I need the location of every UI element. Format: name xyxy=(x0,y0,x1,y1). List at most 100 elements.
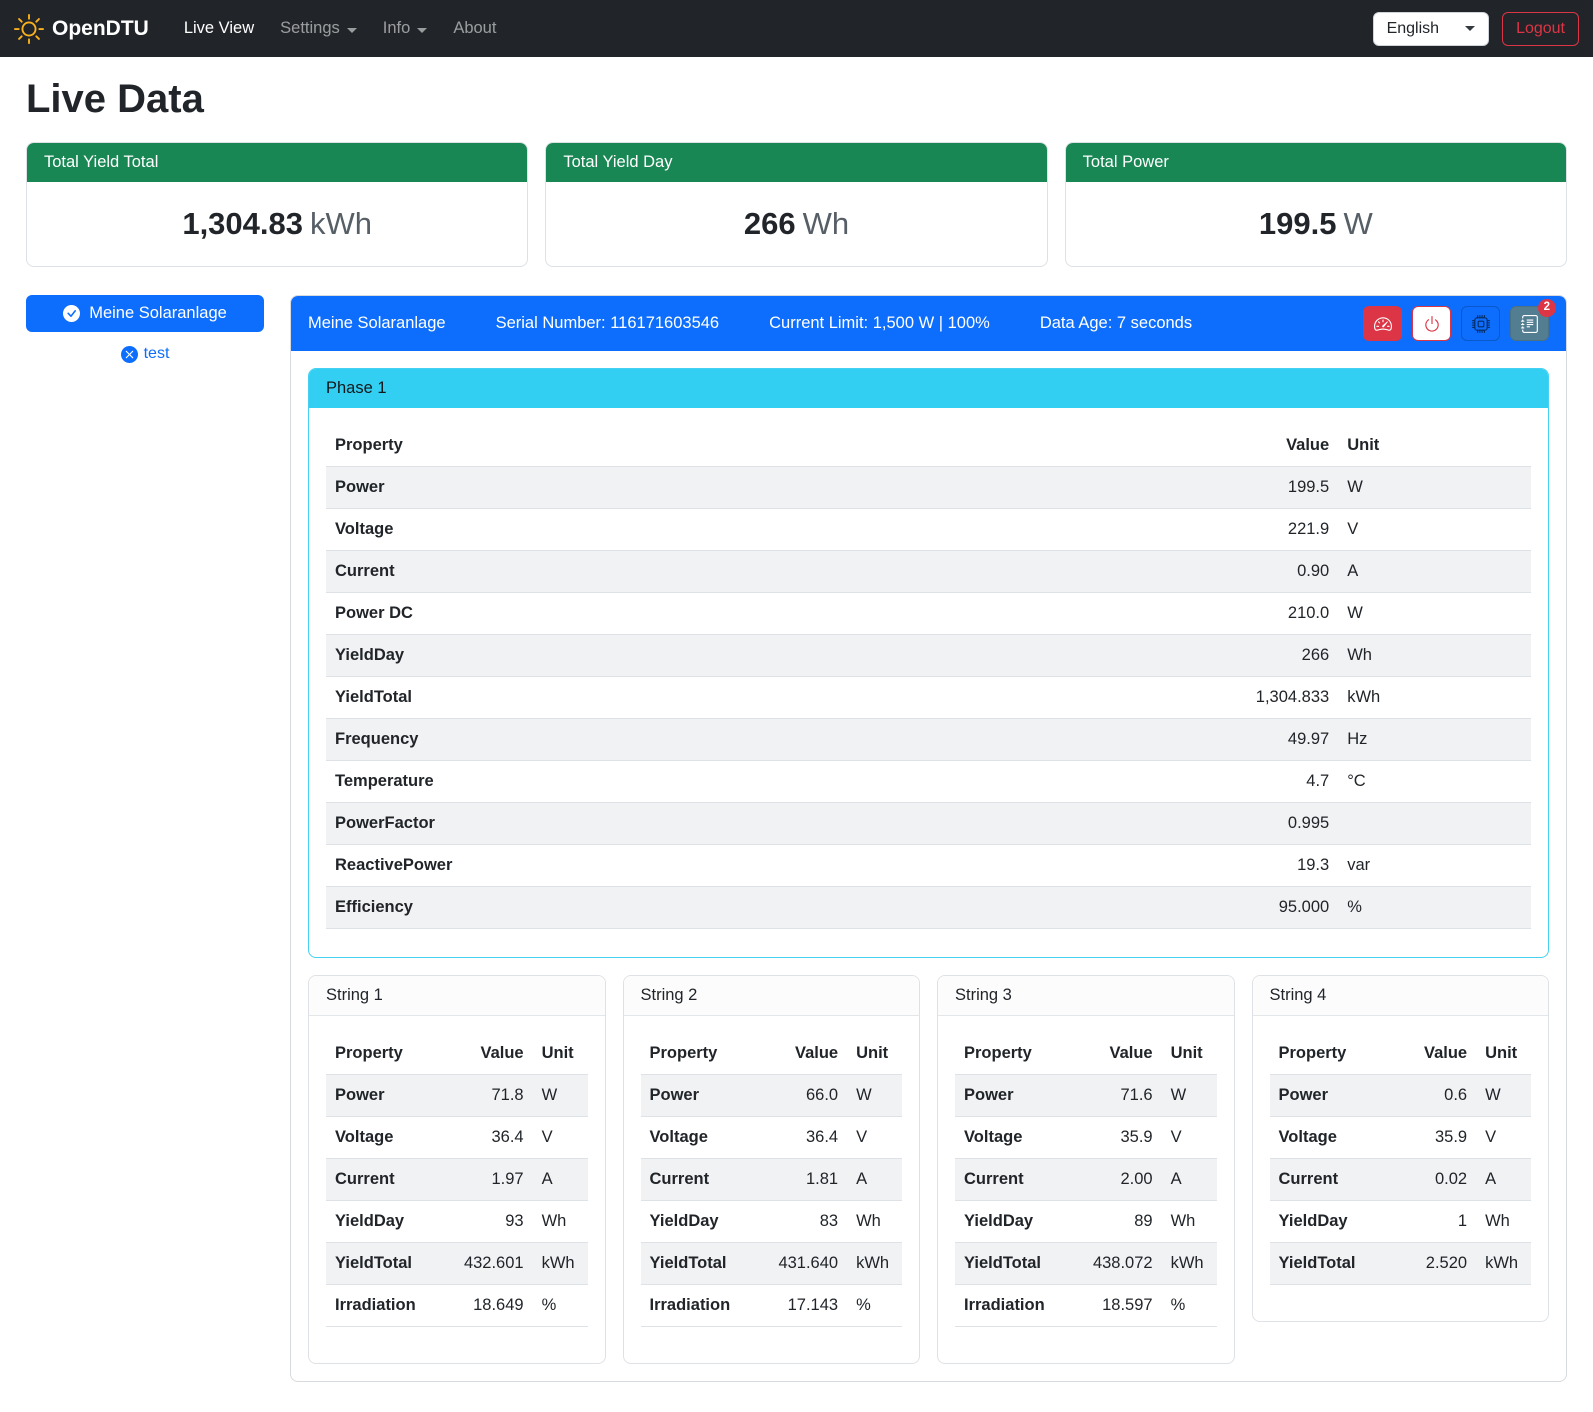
summary-card-total-power: Total Power 199.5W xyxy=(1065,142,1567,267)
value-cell: 431.640 xyxy=(761,1243,847,1285)
brand[interactable]: OpenDTU xyxy=(14,14,149,44)
nav-live-view[interactable]: Live View xyxy=(171,11,267,46)
table-row: Voltage36.4V xyxy=(326,1117,588,1159)
table-row: Irradiation18.649% xyxy=(326,1285,588,1327)
value-cell: 4.7 xyxy=(1182,761,1339,803)
unit-cell: W xyxy=(1162,1075,1217,1117)
unit-cell: Wh xyxy=(533,1201,588,1243)
brand-label: OpenDTU xyxy=(52,17,149,41)
language-select[interactable]: English xyxy=(1373,12,1489,46)
sidebar-item-test[interactable]: test xyxy=(26,345,264,363)
table-row: PowerFactor0.995 xyxy=(326,803,1531,845)
check-circle-icon xyxy=(63,305,80,322)
unit-cell: kWh xyxy=(847,1243,902,1285)
logout-button[interactable]: Logout xyxy=(1502,12,1579,46)
unit-cell: V xyxy=(533,1117,588,1159)
table-row: YieldTotal432.601kWh xyxy=(326,1243,588,1285)
unit-cell: W xyxy=(1338,593,1531,635)
summary-unit: W xyxy=(1343,206,1372,241)
chevron-down-icon xyxy=(1465,26,1475,31)
summary-card-total-yield-total: Total Yield Total 1,304.83kWh xyxy=(26,142,528,267)
value-cell: 71.8 xyxy=(446,1075,532,1117)
summary-card-title: Total Yield Day xyxy=(546,143,1046,182)
value-cell: 432.601 xyxy=(446,1243,532,1285)
value-cell: 210.0 xyxy=(1182,593,1339,635)
table-row: YieldDay266Wh xyxy=(326,635,1531,677)
string-card-2: String 2 Property Value Unit xyxy=(623,975,921,1364)
value-cell: 89 xyxy=(1075,1201,1161,1243)
value-cell: 35.9 xyxy=(1390,1117,1476,1159)
value-cell: 17.143 xyxy=(761,1285,847,1327)
value-cell: 0.6 xyxy=(1390,1075,1476,1117)
column-header-unit: Unit xyxy=(1338,425,1531,467)
string-table: Property Value Unit Power0.6W Voltage35.… xyxy=(1270,1033,1532,1285)
unit-cell: A xyxy=(1476,1159,1531,1201)
unit-cell: Wh xyxy=(1476,1201,1531,1243)
unit-cell: A xyxy=(1338,551,1531,593)
navbar: OpenDTU Live View Settings Info About En… xyxy=(0,0,1593,57)
string-card-body: Property Value Unit Power0.6W Voltage35.… xyxy=(1253,1016,1549,1321)
table-row: Frequency49.97Hz xyxy=(326,719,1531,761)
string-card-3: String 3 Property Value Unit xyxy=(937,975,1235,1364)
table-row: Current1.81A xyxy=(641,1159,903,1201)
unit-cell: W xyxy=(533,1075,588,1117)
column-header-unit: Unit xyxy=(533,1033,588,1075)
table-row: YieldTotal431.640kWh xyxy=(641,1243,903,1285)
page-container: Live Data Total Yield Total 1,304.83kWh … xyxy=(0,77,1593,1412)
sidebar-item-label: test xyxy=(144,345,170,363)
property-cell: YieldTotal xyxy=(1270,1243,1390,1285)
phase-card: Phase 1 Property Value Unit xyxy=(308,368,1549,958)
chevron-down-icon xyxy=(417,28,427,33)
string-card-body: Property Value Unit Power66.0W Voltage36… xyxy=(624,1016,920,1363)
nav-live-view-label: Live View xyxy=(184,19,254,38)
speedometer-icon xyxy=(1374,315,1392,333)
property-cell: Voltage xyxy=(326,1117,446,1159)
property-cell: Power xyxy=(326,467,1182,509)
property-cell: YieldTotal xyxy=(641,1243,761,1285)
unit-cell: % xyxy=(847,1285,902,1327)
unit-cell: V xyxy=(1476,1117,1531,1159)
table-row: YieldDay93Wh xyxy=(326,1201,588,1243)
events-log-button[interactable]: 2 xyxy=(1510,306,1549,341)
property-cell: YieldTotal xyxy=(955,1243,1075,1285)
string-card-body: Property Value Unit Power71.6W Voltage35… xyxy=(938,1016,1234,1363)
unit-cell: °C xyxy=(1338,761,1531,803)
navbar-right: English Logout xyxy=(1373,12,1579,46)
column-header-property: Property xyxy=(641,1033,761,1075)
property-cell: ReactivePower xyxy=(326,845,1182,887)
device-info-button[interactable] xyxy=(1461,306,1500,341)
property-cell: Current xyxy=(955,1159,1075,1201)
table-header-row: Property Value Unit xyxy=(1270,1033,1532,1075)
power-toggle-button[interactable] xyxy=(1412,306,1451,341)
inverter-card: Meine Solaranlage Serial Number: 1161716… xyxy=(290,295,1567,1382)
inverter-name: Meine Solaranlage xyxy=(308,314,446,333)
summary-card-total-yield-day: Total Yield Day 266Wh xyxy=(545,142,1047,267)
unit-cell: var xyxy=(1338,845,1531,887)
property-cell: Efficiency xyxy=(326,887,1182,929)
table-row: Irradiation17.143% xyxy=(641,1285,903,1327)
unit-cell: Wh xyxy=(1162,1201,1217,1243)
page-title: Live Data xyxy=(26,77,1567,122)
value-cell: 1.81 xyxy=(761,1159,847,1201)
value-cell: 1.97 xyxy=(446,1159,532,1201)
limit-settings-button[interactable] xyxy=(1363,306,1402,341)
table-header-row: Property Value Unit xyxy=(326,1033,588,1075)
unit-cell: W xyxy=(1338,467,1531,509)
value-cell: 49.97 xyxy=(1182,719,1339,761)
property-cell: Voltage xyxy=(955,1117,1075,1159)
property-cell: Current xyxy=(641,1159,761,1201)
summary-value: 266 xyxy=(744,206,796,241)
sidebar-item-meine-solaranlage[interactable]: Meine Solaranlage xyxy=(26,295,264,332)
summary-unit: Wh xyxy=(803,206,850,241)
nav-about[interactable]: About xyxy=(440,11,509,46)
phase-card-body: Property Value Unit Power199.5W Voltage2… xyxy=(309,408,1548,957)
nav-info[interactable]: Info xyxy=(370,11,441,46)
nav-settings[interactable]: Settings xyxy=(267,11,370,46)
property-cell: YieldDay xyxy=(641,1201,761,1243)
property-cell: Frequency xyxy=(326,719,1182,761)
summary-card-title: Total Power xyxy=(1066,143,1566,182)
value-cell: 35.9 xyxy=(1075,1117,1161,1159)
table-row: Current0.02A xyxy=(1270,1159,1532,1201)
unit-cell: Wh xyxy=(847,1201,902,1243)
property-cell: YieldTotal xyxy=(326,1243,446,1285)
